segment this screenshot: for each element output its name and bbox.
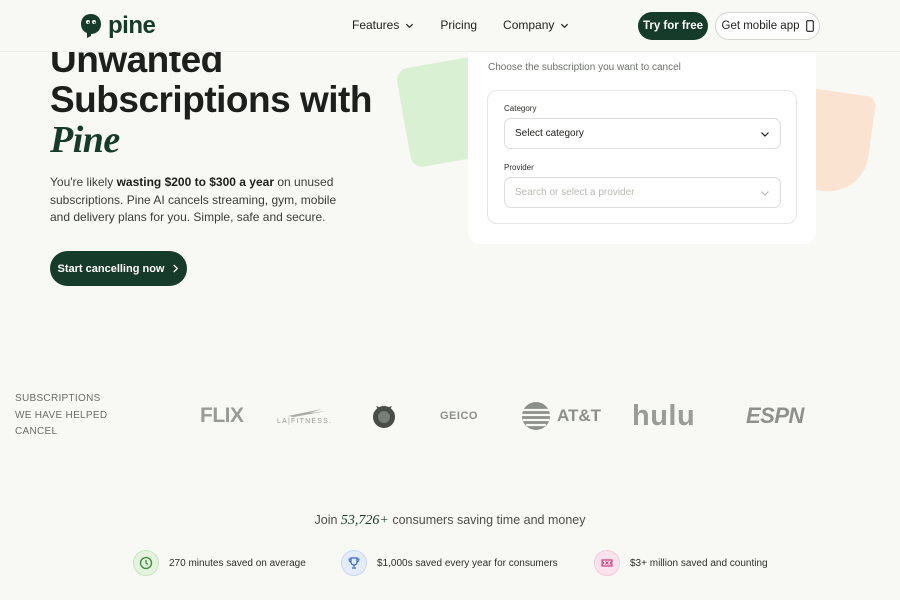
stat-millions-saved: $3+ million saved and counting [594,550,768,576]
nav-features[interactable]: Features [352,18,414,32]
la-fitness-logo: LA|FITNESS. [277,398,332,434]
att-globe-icon [522,402,550,430]
la-fitness-swoosh-icon [287,408,326,417]
stat-minutes-saved: 270 minutes saved on average [133,550,306,576]
trophy-icon [341,550,367,576]
hulu-logo: hulu [632,399,696,432]
category-value: Select category [515,128,584,139]
subs-label-line-2: WE HAVE HELPED [15,409,108,421]
provider-label: Provider [504,163,534,172]
ticket-icon [594,550,620,576]
la-fitness-text: LA|FITNESS. [277,417,333,425]
hero-title: Unwanted Subscriptions with Pine [50,40,410,161]
get-mobile-app-button[interactable]: Get mobile app [715,12,820,40]
form-fields-container: Category Select category Provider Search… [487,90,797,224]
hero-title-line-2: Subscriptions with [50,79,372,120]
subscriptions-helped-label: SUBSCRIPTIONS WE HAVE HELPED CANCEL [15,391,107,441]
chevron-right-icon [173,264,179,273]
site-header: pine Features Pricing Company Try for fr… [0,0,900,52]
att-logo: AT&T [520,398,601,434]
logo-text: pine [108,12,156,39]
provider-input[interactable]: Search or select a provider [504,177,781,208]
stat-minutes-label: 270 minutes saved on average [169,557,306,569]
try-for-free-button[interactable]: Try for free [638,12,708,40]
chevron-down-icon [561,23,569,28]
stat-thousands-saved: $1,000s saved every year for consumers [341,550,558,576]
start-cancelling-button[interactable]: Start cancelling now [50,251,187,286]
chevron-down-icon [761,190,769,196]
geico-logo: GEICO [440,410,478,422]
start-cancelling-label: Start cancelling now [57,262,165,275]
planet-fitness-logo [370,398,398,434]
form-prompt: Choose the subscription you want to canc… [488,62,681,73]
hero-description: You're likely wasting $200 to $300 a yea… [50,174,350,227]
phone-icon [805,20,814,32]
netflix-logo: FLIX [200,404,244,427]
planet-fitness-icon [373,402,395,428]
nav-company[interactable]: Company [503,18,569,32]
chevron-down-icon [761,131,769,137]
stat-thousands-label: $1,000s saved every year for consumers [377,557,558,569]
clock-icon [133,550,159,576]
att-text: AT&T [557,406,602,425]
join-number: 53,726+ [340,513,389,528]
subs-label-line-1: SUBSCRIPTIONS [15,393,101,404]
nav-company-label: Company [503,18,555,32]
nav-pricing-label: Pricing [440,18,478,32]
chevron-down-icon [406,23,414,28]
join-post: consumers saving time and money [388,513,586,527]
category-label: Category [504,104,537,113]
get-mobile-app-label: Get mobile app [721,20,800,32]
hero-title-pine: Pine [50,119,120,161]
nav-pricing[interactable]: Pricing [440,18,477,32]
cancel-form-card: Choose the subscription you want to canc… [468,44,816,244]
pine-logo[interactable]: pine [80,12,156,40]
provider-placeholder: Search or select a provider [515,187,635,198]
hero-desc-pre: You're likely [50,175,117,189]
category-select[interactable]: Select category [504,118,781,149]
stat-millions-label: $3+ million saved and counting [630,557,768,569]
join-pre: Join [314,513,341,527]
hero-desc-bold: wasting $200 to $300 a year [116,175,274,189]
subs-label-line-3: CANCEL [15,426,58,437]
join-count-text: Join 53,726+ consumers saving time and m… [0,513,900,529]
pine-logo-icon [81,14,101,38]
espn-logo: ESPN [746,403,804,428]
nav-features-label: Features [352,18,400,32]
main-nav: Features Pricing Company [352,18,569,32]
